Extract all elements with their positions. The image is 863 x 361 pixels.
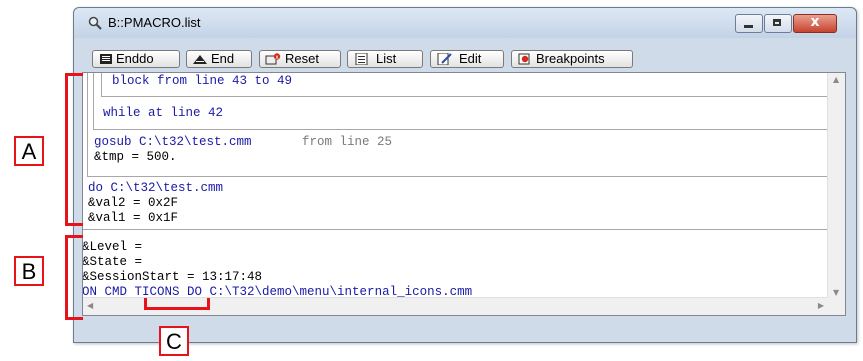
annotation-label-a: A — [14, 136, 44, 166]
gosub-command: gosub C:\t32\test.cmm — [94, 135, 252, 149]
global-variable: &Level = — [82, 240, 143, 254]
minimize-icon — [744, 25, 753, 28]
maximize-icon — [773, 19, 781, 26]
annotation-bracket-b — [65, 235, 83, 320]
edit-label: Edit — [459, 51, 482, 66]
enddo-label: Enddo — [116, 51, 154, 66]
frame-border — [93, 129, 830, 130]
scroll-left-icon[interactable]: ◀ — [87, 301, 93, 310]
svg-text:x: x — [275, 54, 279, 61]
end-label: End — [211, 51, 235, 66]
scroll-down-icon[interactable]: ▼ — [833, 288, 839, 297]
minimize-button[interactable] — [735, 14, 763, 33]
breakpoints-icon — [518, 53, 530, 65]
title-bar[interactable]: B::PMACRO.list x — [74, 8, 856, 38]
window-title: B::PMACRO.list — [108, 15, 201, 30]
magnifier-icon — [88, 16, 102, 30]
block-line: block from line 43 to 49 — [112, 74, 293, 88]
pmacro-list-window: B::PMACRO.list x Enddo End x Reset List … — [73, 7, 857, 343]
close-button[interactable]: x — [793, 14, 837, 33]
breakpoints-button[interactable]: Breakpoints — [511, 50, 633, 68]
resize-grip-icon[interactable] — [828, 298, 845, 315]
while-line: while at line 42 — [103, 106, 224, 120]
scroll-up-icon[interactable]: ▲ — [833, 75, 839, 84]
list-label: List — [376, 51, 397, 66]
local-variable: &val2 = 0x2F — [88, 196, 179, 210]
global-variable: &State = — [82, 255, 143, 269]
vertical-scrollbar[interactable]: ▲ ▼ — [827, 73, 845, 299]
frame-border — [101, 73, 102, 96]
annotation-bracket-c — [144, 298, 210, 310]
frame-border — [87, 73, 88, 176]
do-command: do C:\t32\test.cmm — [88, 181, 224, 195]
macro-stack-list[interactable]: block from line 43 to 49 while at line 4… — [82, 72, 846, 316]
gosub-from-line: from line 25 — [302, 135, 393, 149]
breakpoints-label: Breakpoints — [536, 51, 605, 66]
maximize-button[interactable] — [764, 14, 792, 33]
reset-icon: x — [265, 53, 281, 65]
end-button[interactable]: End — [186, 50, 252, 68]
frame-border — [93, 73, 94, 129]
enddo-icon — [100, 54, 112, 64]
reset-button[interactable]: x Reset — [259, 50, 341, 68]
edit-icon — [437, 53, 452, 65]
frame-border — [101, 96, 830, 97]
close-icon: x — [810, 14, 820, 30]
frame-border — [87, 176, 830, 177]
local-variable: &val1 = 0x1F — [88, 211, 179, 225]
list-button[interactable]: List — [347, 50, 423, 68]
global-variable: &SessionStart = 13:17:48 — [82, 270, 263, 284]
annotation-label-c: C — [159, 326, 189, 356]
edit-button[interactable]: Edit — [430, 50, 504, 68]
list-icon — [355, 53, 368, 65]
reset-label: Reset — [285, 51, 319, 66]
annotation-bracket-a — [65, 73, 83, 226]
scroll-right-icon[interactable]: ▶ — [818, 301, 824, 310]
enddo-button[interactable]: Enddo — [92, 50, 180, 68]
local-variable: &tmp = 500. — [94, 150, 177, 164]
section-divider — [83, 229, 830, 230]
annotation-label-b: B — [14, 256, 44, 286]
end-icon — [193, 55, 207, 64]
